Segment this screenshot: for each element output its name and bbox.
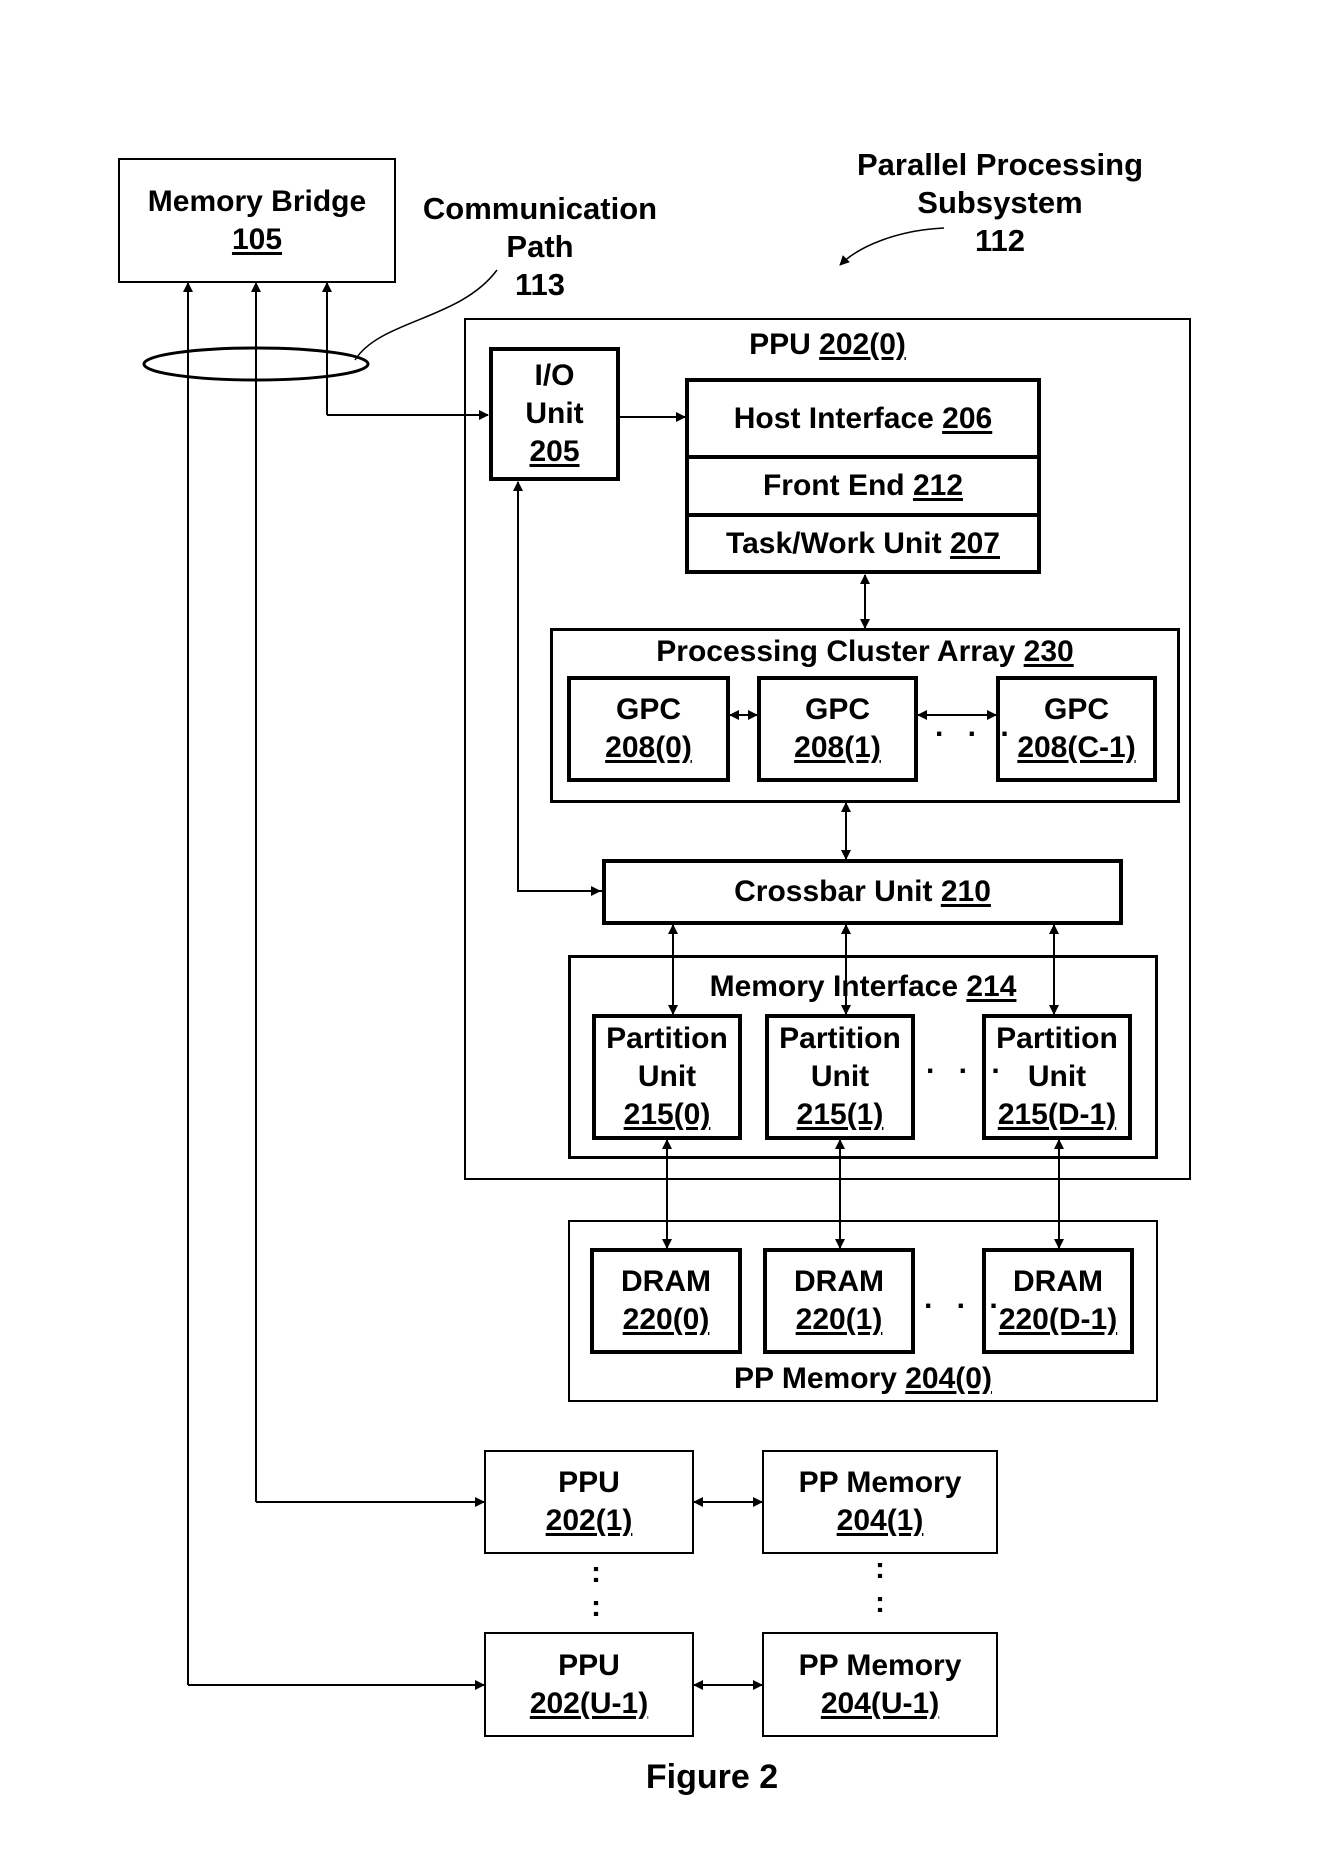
pp-memory-0-title: PP Memory 204(0) — [734, 1362, 992, 1395]
figure-caption: Figure 2 — [645, 1758, 779, 1796]
figure-2-diagram: Communication Path 113 Parallel Processi… — [0, 0, 1344, 1875]
gpc-1: GPC 208(1) — [757, 676, 918, 782]
host-interface-block: Host Interface 206 — [689, 382, 1037, 459]
ppu-vertical-ellipsis: : : — [591, 1556, 601, 1623]
front-end-block: Front End 212 — [689, 459, 1037, 517]
ppu-1: PPU 202(1) — [484, 1450, 694, 1554]
gpc-c-minus-1: GPC 208(C-1) — [996, 676, 1157, 782]
communication-path-label: Communication Path 113 — [422, 191, 658, 302]
dram-1: DRAM 220(1) — [763, 1248, 915, 1354]
gpc-0: GPC 208(0) — [567, 676, 730, 782]
io-unit-block: I/O Unit 205 — [489, 347, 620, 481]
task-work-unit-block: Task/Work Unit 207 — [725, 526, 1000, 560]
ppu-u-minus-1: PPU 202(U-1) — [484, 1632, 694, 1737]
pp-memory-u-minus-1: PP Memory 204(U-1) — [762, 1632, 998, 1737]
partition-unit-1: Partition Unit 215(1) — [765, 1014, 915, 1140]
partition-unit-0: Partition Unit 215(0) — [592, 1014, 742, 1140]
dram-0: DRAM 220(0) — [590, 1248, 742, 1354]
pp-memory-vertical-ellipsis: : : — [875, 1552, 885, 1619]
front-end-stack: Host Interface 206 Front End 212 Task/Wo… — [685, 378, 1041, 574]
parallel-processing-subsystem-label: Parallel Processing Subsystem 112 — [856, 147, 1144, 258]
pca-title: Processing Cluster Array 230 — [656, 635, 1074, 668]
pp-memory-1: PP Memory 204(1) — [762, 1450, 998, 1554]
memory-interface-title: Memory Interface 214 — [709, 970, 1017, 1003]
memory-bridge-block: Memory Bridge 105 — [118, 158, 396, 283]
crossbar-unit: Crossbar Unit 210 — [602, 859, 1123, 925]
dram-d-minus-1: DRAM 220(D-1) — [982, 1248, 1134, 1354]
partition-unit-d-minus-1: Partition Unit 215(D-1) — [982, 1014, 1132, 1140]
ppu-0-title: PPU 202(0) — [749, 328, 906, 361]
